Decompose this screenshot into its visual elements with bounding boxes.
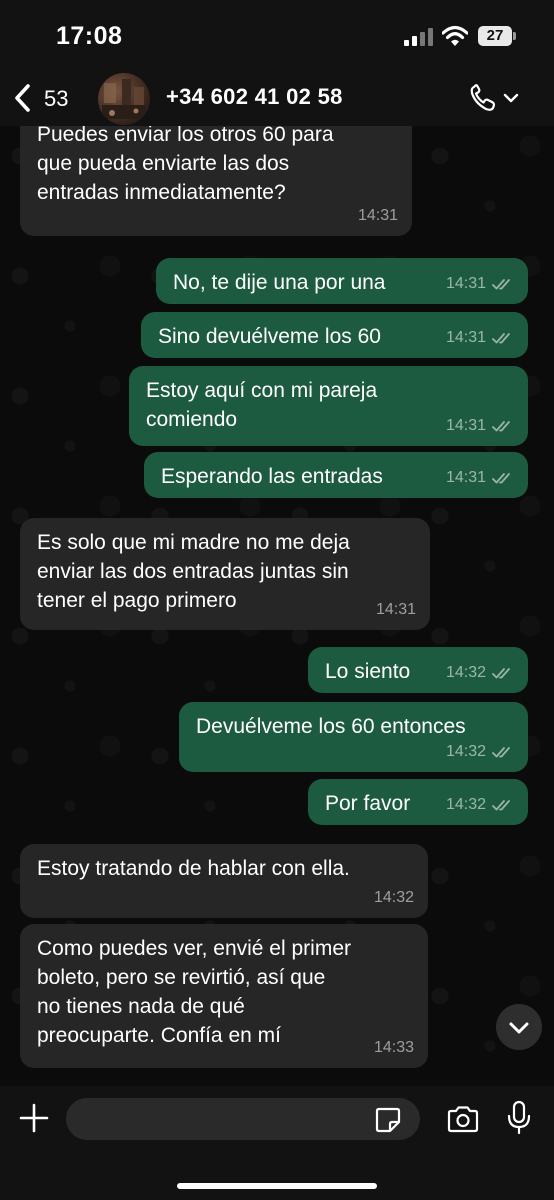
message-outgoing[interactable]: Sino devuélveme los 60 14:31 xyxy=(141,312,528,358)
message-incoming[interactable]: Es solo que mi madre no me deja enviar l… xyxy=(20,518,430,630)
chat-header: 53 +34 602 41 02 58 xyxy=(0,70,554,126)
phone-icon xyxy=(470,84,496,111)
message-outgoing[interactable]: No, te dije una por una 14:31 xyxy=(156,258,528,304)
back-unread-count[interactable]: 53 xyxy=(44,86,68,112)
message-outgoing[interactable]: Estoy aquí con mi pareja comiendo 14:31 xyxy=(129,366,528,446)
camera-icon[interactable] xyxy=(446,1104,480,1134)
message-incoming[interactable]: Como puedes ver, envié el primer boleto,… xyxy=(20,924,428,1068)
message-text: Es solo que mi madre no me deja enviar l… xyxy=(37,531,350,612)
double-check-icon xyxy=(492,667,510,678)
signal-icon xyxy=(404,28,434,46)
message-time: 14:32 xyxy=(373,889,414,906)
message-time: 14:32 xyxy=(445,743,486,760)
contact-name[interactable]: +34 602 41 02 58 xyxy=(166,84,343,110)
message-time: 14:32 xyxy=(445,664,486,681)
message-input[interactable] xyxy=(66,1098,420,1140)
message-time: 14:31 xyxy=(445,469,486,486)
message-time: 14:33 xyxy=(373,1039,414,1056)
call-button[interactable] xyxy=(468,82,524,114)
double-check-icon xyxy=(492,420,510,431)
message-time: 14:31 xyxy=(375,601,416,618)
double-check-icon xyxy=(492,278,510,289)
double-check-icon xyxy=(492,332,510,343)
message-outgoing[interactable]: Por favor 14:32 xyxy=(308,779,528,825)
message-text: Puedes enviar los otros 60 para que pued… xyxy=(37,126,334,204)
scroll-down-button[interactable] xyxy=(496,1004,542,1050)
home-indicator[interactable] xyxy=(177,1183,377,1189)
chevron-down-icon xyxy=(509,1022,529,1034)
message-incoming[interactable]: Estoy tratando de hablar con ella. 14:32 xyxy=(20,844,428,918)
message-text: Estoy tratando de hablar con ella. xyxy=(37,857,350,880)
battery-icon: 27 xyxy=(478,26,516,46)
double-check-icon xyxy=(492,746,510,757)
avatar[interactable] xyxy=(98,73,150,125)
double-check-icon xyxy=(492,472,510,483)
message-text: Como puedes ver, envié el primer boleto,… xyxy=(37,937,351,1047)
message-time: 14:31 xyxy=(445,417,486,434)
double-check-icon xyxy=(492,799,510,810)
message-outgoing[interactable]: Lo siento 14:32 xyxy=(308,647,528,693)
microphone-icon[interactable] xyxy=(506,1100,532,1136)
plus-icon[interactable] xyxy=(18,1102,50,1134)
chevron-down-icon xyxy=(503,93,519,103)
message-outgoing[interactable]: Esperando las entradas 14:31 xyxy=(144,452,528,498)
sticker-icon[interactable] xyxy=(374,1106,402,1134)
battery-level: 27 xyxy=(478,26,512,46)
message-outgoing[interactable]: Devuélveme los 60 entonces 14:32 xyxy=(179,702,528,772)
wifi-icon xyxy=(442,25,468,46)
message-time: 14:32 xyxy=(445,796,486,813)
back-chevron-icon[interactable] xyxy=(10,82,36,114)
message-incoming[interactable]: Puedes enviar los otros 60 para que pued… xyxy=(20,126,412,236)
status-time: 17:08 xyxy=(56,22,123,50)
status-bar: 17:08 27 xyxy=(0,0,554,70)
message-time: 14:31 xyxy=(445,275,486,292)
chat-messages[interactable]: Puedes enviar los otros 60 para que pued… xyxy=(0,126,554,1086)
message-time: 14:31 xyxy=(357,207,398,224)
message-time: 14:31 xyxy=(445,329,486,346)
